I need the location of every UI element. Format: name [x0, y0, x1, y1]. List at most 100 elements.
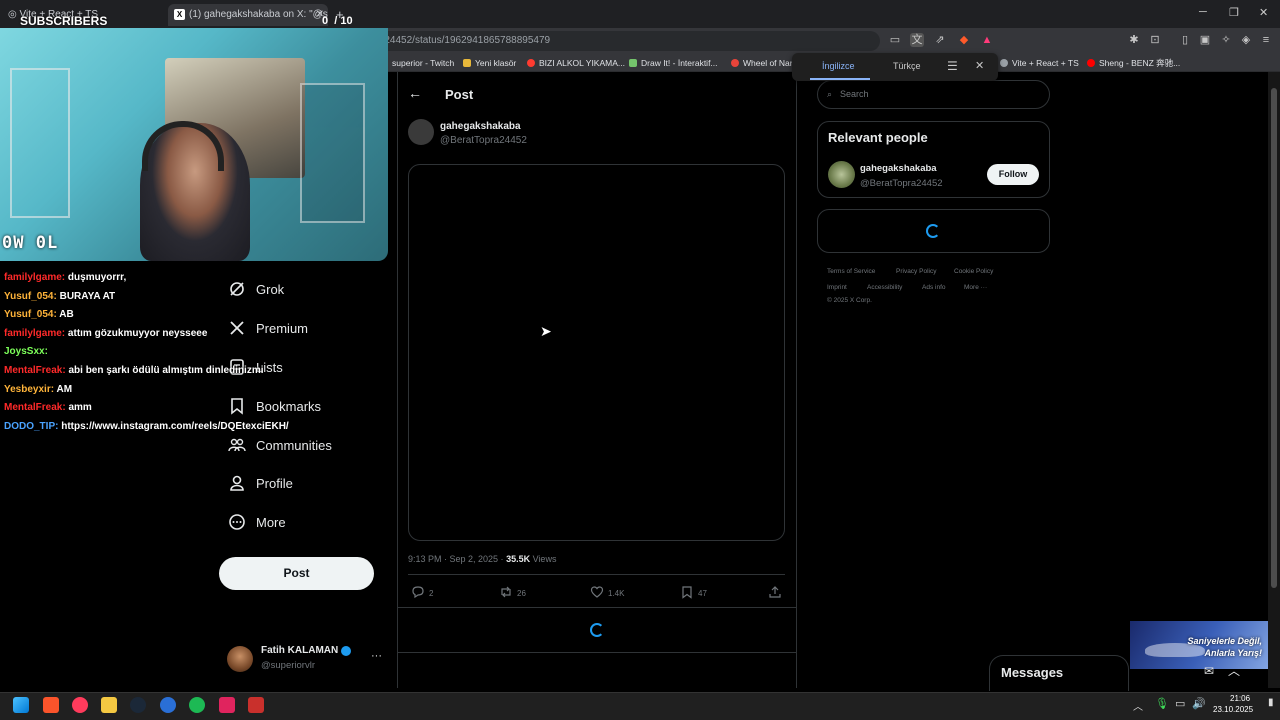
nav-label: More: [256, 515, 286, 530]
reply-button[interactable]: 2: [411, 585, 433, 601]
file-explorer-icon[interactable]: [101, 697, 117, 713]
footer-link[interactable]: Accessibility: [867, 284, 902, 291]
options-menu-icon[interactable]: ☰: [947, 59, 958, 73]
sidebar-icon[interactable]: ▯: [1178, 33, 1192, 47]
media-container[interactable]: ➤: [408, 164, 785, 541]
app-icon[interactable]: [160, 697, 176, 713]
maps-pin-icon[interactable]: [72, 697, 88, 713]
nav-label: Premium: [256, 321, 309, 336]
bookmark-item[interactable]: Draw It! - İnteraktif...: [629, 54, 718, 72]
tab-x-post[interactable]: X (1) gahegakshakaba on X: "@sol ✕: [168, 4, 328, 26]
goal-total: / 10: [334, 15, 353, 27]
nav-communities[interactable]: Communities: [228, 434, 332, 458]
footer-link[interactable]: Cookie Policy: [954, 268, 993, 275]
footer-link[interactable]: Privacy Policy: [896, 268, 936, 275]
back-arrow-icon[interactable]: ←: [408, 85, 422, 101]
bookmark-item[interactable]: Sheng - BENZ 奔驰...: [1087, 54, 1180, 72]
bookmark-item[interactable]: superior - Twitch: [392, 54, 454, 72]
post-button[interactable]: Post: [219, 557, 374, 590]
chat-text: BURAYA AT: [59, 290, 116, 302]
profile-icon: [230, 475, 244, 491]
collapse-chevron-icon[interactable]: ︿: [1228, 662, 1240, 679]
vpn-icon[interactable]: ◈: [1239, 33, 1253, 47]
brave-shield-icon[interactable]: ◆: [957, 33, 971, 47]
scrollbar-thumb[interactable]: [1271, 88, 1277, 588]
copyright: © 2025 X Corp.: [827, 297, 872, 304]
network-icon[interactable]: ▭: [1175, 697, 1185, 710]
bookmark-item[interactable]: BIZI ALKOL YIKAMA...: [527, 54, 625, 72]
chat-text: abi ben şarkı ödülü almıştım dinledinizm…: [68, 365, 264, 376]
volume-icon[interactable]: 🔊: [1192, 697, 1206, 710]
nav-bookmarks[interactable]: Bookmarks: [228, 395, 321, 419]
mouse-cursor-icon: ➤: [540, 323, 552, 339]
follow-button[interactable]: Follow: [987, 164, 1039, 185]
close-window-icon[interactable]: ✕: [1259, 6, 1268, 19]
footer-link[interactable]: More ···: [964, 284, 987, 291]
page-title: Post: [445, 87, 474, 102]
clock-time[interactable]: 21:06: [1230, 694, 1250, 703]
nav-premium[interactable]: Premium: [228, 317, 308, 341]
bookmark-label: Yeni klasör: [475, 58, 517, 68]
tray-chevron-icon[interactable]: ︿: [1133, 698, 1143, 713]
clock-date[interactable]: 23.10.2025: [1213, 705, 1253, 714]
nav-more[interactable]: More: [228, 511, 286, 535]
cast-icon[interactable]: ▭: [888, 33, 902, 47]
goal-current: 0: [322, 15, 329, 27]
messages-drawer[interactable]: Messages: [989, 655, 1129, 691]
globe-icon: ◎: [8, 9, 20, 20]
lang-from-tab[interactable]: İngilizce: [822, 61, 855, 71]
share-button[interactable]: [768, 585, 786, 601]
nav-profile[interactable]: Profile: [228, 472, 293, 496]
spotify-icon[interactable]: [189, 697, 205, 713]
repost-button[interactable]: 26: [499, 585, 526, 601]
trends-loading-card: [817, 209, 1050, 253]
author-name[interactable]: gahegakshakaba: [440, 121, 521, 132]
chat-username: Yesbeyxir:: [4, 383, 55, 395]
app-icon[interactable]: [248, 697, 264, 713]
search-input[interactable]: ⌕ Search: [817, 80, 1050, 109]
account-name: Fatih KALAMAN: [261, 645, 339, 656]
like-button[interactable]: 1.4K: [590, 585, 624, 601]
person-name[interactable]: gahegakshakaba: [860, 163, 937, 174]
app-icon[interactable]: [219, 697, 235, 713]
chat-username: familylgame:: [4, 327, 66, 339]
more-dots-icon[interactable]: ···: [371, 650, 382, 662]
footer-link[interactable]: Ads info: [922, 284, 946, 291]
nav-grok[interactable]: Grok: [228, 278, 284, 302]
win-loss-overlay: 0W 0L: [2, 233, 59, 253]
windows-start-icon[interactable]: [13, 697, 29, 713]
avatar: [227, 646, 253, 672]
shelf-right: [300, 83, 365, 223]
extensions-icon[interactable]: ✱: [1127, 33, 1141, 47]
bookmark-folder[interactable]: Yeni klasör: [463, 54, 516, 72]
account-switcher[interactable]: Fatih KALAMAN @superiorvlr ···: [227, 644, 387, 674]
bookmark-icon: [231, 398, 243, 415]
new-message-icon[interactable]: ✉: [1204, 664, 1214, 678]
brave-browser-icon[interactable]: [43, 697, 59, 713]
close-icon[interactable]: ✕: [975, 59, 984, 72]
chat-username: DODO_TIP:: [4, 420, 59, 432]
minimize-icon[interactable]: ─: [1199, 6, 1207, 18]
footer-link[interactable]: Imprint: [827, 284, 847, 291]
steam-icon[interactable]: [130, 697, 146, 713]
menu-icon[interactable]: ≡: [1259, 33, 1273, 47]
person-avatar[interactable]: [828, 161, 855, 188]
bookmark-button[interactable]: 47: [680, 585, 707, 601]
nav-label: Profile: [256, 476, 293, 491]
leo-icon[interactable]: ✧: [1219, 33, 1233, 47]
brave-rewards-icon[interactable]: ▲: [980, 33, 994, 47]
footer-link[interactable]: Terms of Service: [827, 268, 875, 275]
notification-icon[interactable]: ▮: [1268, 697, 1274, 708]
lang-to-tab[interactable]: Türkçe: [893, 61, 921, 71]
wallet-icon[interactable]: ▣: [1198, 33, 1212, 47]
share-icon[interactable]: ⇗: [933, 33, 947, 47]
bookmark-item[interactable]: Wheel of Nar: [731, 54, 793, 72]
maximize-icon[interactable]: ❐: [1229, 6, 1239, 19]
post-meta: 9:13 PM · Sep 2, 2025 · 35.5K Views: [408, 554, 556, 564]
bookmark-item[interactable]: Vite + React + TS: [1000, 54, 1079, 72]
author-handle[interactable]: @BeratTopra24452: [440, 135, 527, 146]
author-avatar[interactable]: [408, 119, 434, 145]
tab-search-icon[interactable]: ⊡: [1148, 33, 1162, 47]
microphone-icon[interactable]: 🎙: [1155, 697, 1169, 710]
translate-icon[interactable]: 文: [910, 33, 924, 47]
